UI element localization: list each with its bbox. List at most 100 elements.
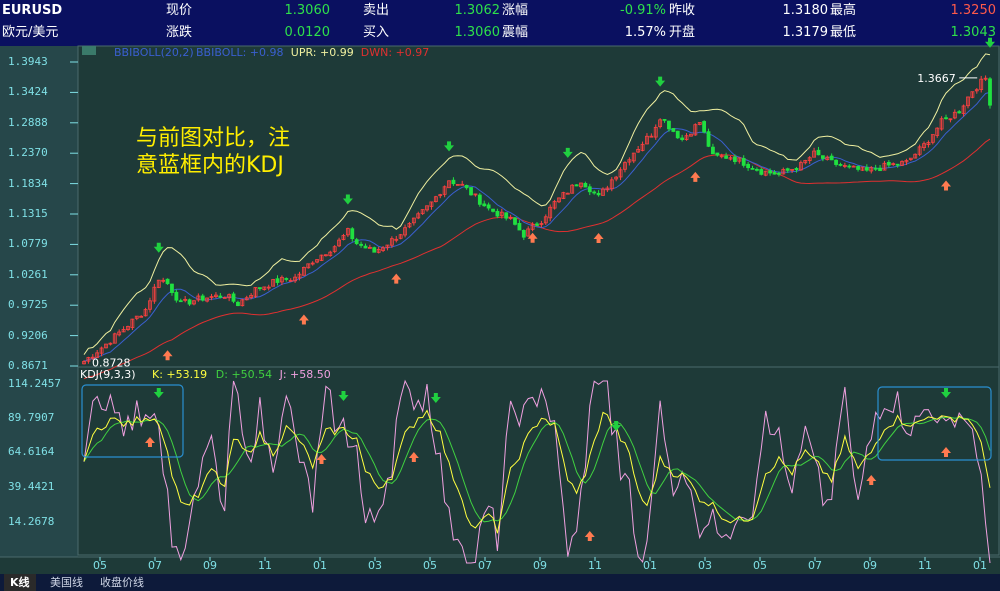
candle-body (829, 155, 834, 161)
tab-us-line[interactable]: 美国线 (44, 574, 89, 591)
kdj-legend-item: K: +53.19 (152, 368, 207, 381)
candle-body (574, 184, 579, 187)
red-up-arrow (941, 180, 952, 191)
price-axis-tick: 1.0261 (8, 267, 48, 281)
candle-body (178, 300, 183, 303)
candle-body (750, 167, 755, 170)
x-axis-tick: 07 (148, 559, 162, 572)
candle-body (464, 184, 469, 189)
kdj-green-down-arrow (338, 391, 349, 401)
candle-body (583, 183, 588, 188)
kdj-panel-border (77, 366, 1000, 556)
candle-body (834, 159, 838, 165)
green-down-arrow (342, 194, 353, 205)
candle-body (236, 301, 240, 307)
candle-body (174, 291, 179, 301)
candle-body (596, 192, 601, 196)
candle-body (768, 170, 772, 174)
candle-body (482, 203, 487, 207)
candle-body (372, 247, 377, 253)
x-axis-tick: 07 (478, 559, 492, 572)
x-axis-tick: 03 (368, 559, 382, 572)
candle-body (838, 164, 843, 166)
candle-body (715, 152, 720, 156)
price-axis-tick: 1.0779 (8, 237, 48, 251)
price-axis-tick: 0.9206 (8, 328, 48, 342)
candle-body (944, 117, 948, 120)
candle-body (662, 119, 667, 121)
red-up-arrow (391, 273, 402, 284)
candle-body (350, 228, 355, 240)
red-up-arrow (527, 232, 538, 243)
price-axis-tick: 0.9725 (8, 298, 48, 312)
chart-canvas[interactable]: 1.36670.8728BBIBOLL(20,2) BBIBOLL: +0.98 U… (0, 0, 1000, 574)
green-down-arrow (562, 147, 573, 158)
candle-body (785, 168, 790, 171)
candle-body (988, 78, 992, 106)
candle-body (587, 186, 592, 193)
candle-body (495, 210, 500, 217)
candle-body (200, 295, 205, 301)
candle-body (535, 223, 539, 226)
tab-kline[interactable]: K线 (4, 574, 36, 591)
kdj-axis-tick: 39.4421 (8, 480, 55, 493)
candle-body (675, 130, 680, 139)
red-up-arrow (690, 171, 701, 182)
kdj-axis-tick: 64.6164 (8, 445, 55, 458)
candle-body (477, 194, 482, 205)
candle-body (491, 208, 495, 212)
note-line-2: 意蓝框内的KDJ (136, 153, 284, 178)
price-legend-item: DWN: +0.97 (361, 46, 430, 59)
kdj-axis-tick: 14.2678 (8, 515, 55, 528)
kdj-green-down-arrow (153, 388, 164, 398)
x-axis-tick: 09 (203, 559, 217, 572)
x-axis-tick: 05 (93, 559, 107, 572)
price-axis-tick: 1.1834 (8, 176, 48, 190)
high-annotation: 1.3667 (917, 72, 956, 85)
kdj-legend-item: D: +50.54 (216, 368, 272, 381)
candle-body (733, 156, 737, 162)
kdj-red-up-arrow (316, 454, 327, 464)
red-up-arrow (298, 314, 309, 325)
price-axis-tick: 1.3943 (8, 55, 48, 68)
kdj-axis-tick: 89.7907 (8, 411, 55, 424)
x-axis-tick: 11 (918, 559, 932, 572)
kdj-green-down-arrow (611, 421, 622, 431)
candle-body (746, 163, 751, 169)
kdj-k-line (83, 409, 991, 534)
candle-body (820, 155, 825, 159)
candle-body (816, 149, 821, 156)
upper-band-line (83, 53, 991, 355)
candle-body (469, 187, 473, 196)
candle-body (957, 111, 962, 114)
candle-body (895, 163, 900, 166)
kdj-green-down-arrow (430, 393, 441, 403)
x-axis-tick: 09 (863, 559, 877, 572)
kdj-legend-item: J: +58.50 (279, 368, 331, 381)
highlight-box-right (877, 386, 992, 461)
note-line-1: 与前图对比，注 (136, 126, 290, 151)
candle-body (359, 243, 363, 246)
kdj-indicator-name: KDJ(9,3,3) (80, 368, 136, 381)
x-axis-tick: 05 (753, 559, 767, 572)
candle-body (864, 167, 869, 171)
green-down-arrow (444, 141, 455, 152)
candle-body (231, 293, 236, 302)
candle-body (165, 278, 170, 285)
indicator-swatch (82, 46, 96, 55)
candle-body (363, 245, 368, 249)
kdj-red-up-arrow (584, 531, 595, 541)
kdj-j-line (83, 379, 991, 564)
candle-body (284, 278, 289, 280)
candle-body (878, 167, 882, 172)
price-legend-item: UPR: +0.99 (291, 46, 354, 59)
tab-close-line[interactable]: 收盘价线 (94, 574, 150, 591)
candle-body (451, 179, 456, 185)
price-legend-item: BBIBOLL: +0.98 (196, 46, 284, 59)
candle-body (187, 299, 192, 305)
candle-body (873, 167, 878, 170)
red-up-arrow (593, 233, 604, 244)
candle-body (486, 204, 491, 209)
candle-body (702, 121, 707, 133)
x-axis-tick: 11 (258, 559, 272, 572)
